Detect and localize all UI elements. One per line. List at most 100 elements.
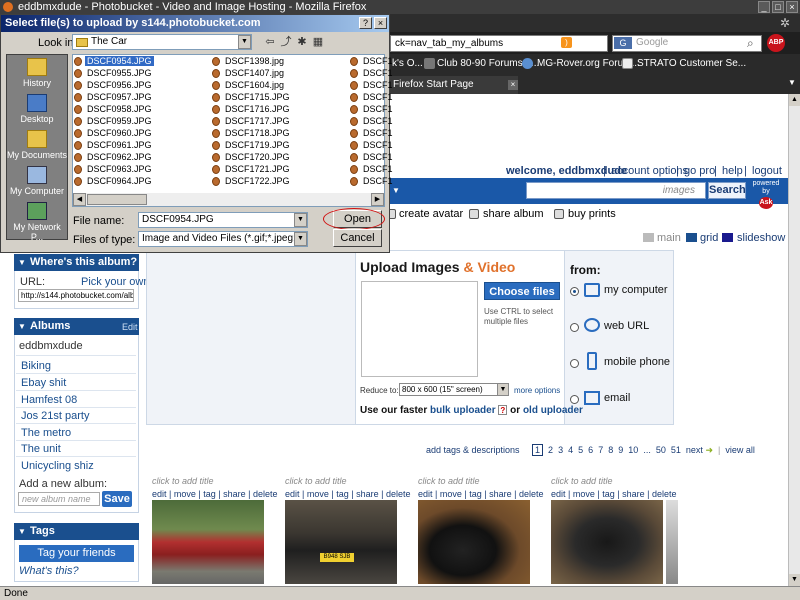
where-album-header[interactable]: ▼ Where's this album?: [14, 254, 139, 271]
choose-files-button[interactable]: Choose files: [484, 282, 560, 300]
view-main[interactable]: main: [657, 232, 681, 244]
dialog-close-icon[interactable]: ×: [374, 17, 387, 29]
photo-thumbnail[interactable]: [152, 500, 264, 584]
move-link[interactable]: move: [573, 489, 595, 499]
album-item-metro[interactable]: The metro: [21, 427, 71, 439]
scroll-thumb[interactable]: [87, 194, 147, 205]
page-link[interactable]: 7: [598, 445, 603, 455]
file-item[interactable]: DSCF0957.JPG: [85, 92, 154, 102]
minimize-icon[interactable]: _: [758, 1, 770, 13]
share-link[interactable]: share: [622, 489, 645, 499]
page-link[interactable]: 50: [656, 445, 666, 455]
add-tags-link[interactable]: add tags & descriptions: [426, 445, 520, 455]
tag-link[interactable]: tag: [336, 489, 349, 499]
albums-edit-link[interactable]: Edit: [122, 322, 138, 332]
tag-friends-button[interactable]: Tag your friends: [19, 545, 134, 562]
maximize-icon[interactable]: □: [772, 1, 784, 13]
bookmark-star-icon[interactable]: ★: [578, 35, 589, 49]
place-my-documents[interactable]: My Documents: [6, 128, 68, 164]
thumb-title-2[interactable]: click to add title: [285, 476, 347, 486]
edit-link[interactable]: edit: [418, 489, 433, 499]
move-link[interactable]: move: [174, 489, 196, 499]
source-radio-mobile[interactable]: [570, 359, 579, 368]
source-radio-my-computer[interactable]: [570, 287, 579, 296]
logout-link[interactable]: logout: [752, 165, 782, 177]
new-folder-icon[interactable]: ✱: [294, 35, 310, 49]
delete-link[interactable]: delete: [253, 489, 278, 499]
edit-link[interactable]: edit: [285, 489, 300, 499]
place-network[interactable]: My Network P...: [6, 200, 68, 242]
file-item[interactable]: DSCF0958.JPG: [85, 104, 154, 114]
album-url-field[interactable]: http://s144.photobucket.com/album: [18, 289, 134, 302]
search-icon[interactable]: ⌕: [747, 36, 754, 51]
bookmark-item-4[interactable]: STRATO Customer Se...: [637, 58, 746, 69]
file-item[interactable]: DSCF1: [361, 140, 395, 150]
thumb-title-3[interactable]: click to add title: [418, 476, 480, 486]
new-album-name-input[interactable]: new album name: [18, 492, 100, 506]
album-item-hamfest[interactable]: Hamfest 08: [21, 394, 77, 406]
file-item[interactable]: DSCF0961.JPG: [85, 140, 154, 150]
file-item[interactable]: DSCF0960.JPG: [85, 128, 154, 138]
thumb-title-4[interactable]: click to add title: [551, 476, 613, 486]
file-item[interactable]: DSCF0955.JPG: [85, 68, 154, 78]
file-item[interactable]: DSCF1: [361, 56, 395, 66]
reduce-size-select[interactable]: 800 x 600 (15" screen): [399, 383, 509, 396]
chevron-down-icon[interactable]: ▼: [497, 383, 509, 396]
file-item[interactable]: DSCF1715.JPG: [223, 92, 292, 102]
help-icon[interactable]: ?: [359, 17, 372, 29]
nav-arrow-icon[interactable]: ▼: [392, 186, 400, 195]
file-item[interactable]: DSCF0956.JPG: [85, 80, 154, 90]
back-icon[interactable]: ⇦: [262, 35, 278, 49]
photo-thumbnail-partial[interactable]: [666, 500, 678, 584]
albums-owner[interactable]: eddbmxdude: [19, 340, 83, 352]
view-menu-icon[interactable]: ▦: [310, 35, 326, 49]
album-item-ebay[interactable]: Ebay shit: [21, 377, 66, 389]
file-item[interactable]: DSCF0964.JPG: [85, 176, 154, 186]
thumb-title-1[interactable]: click to add title: [152, 476, 214, 486]
file-item[interactable]: DSCF0962.JPG: [85, 152, 154, 162]
file-item[interactable]: DSCF1604.jpg: [223, 80, 286, 90]
share-link[interactable]: share: [356, 489, 379, 499]
file-item[interactable]: DSCF1721.JPG: [223, 164, 292, 174]
source-radio-web-url[interactable]: [570, 323, 579, 332]
url-history-dropdown[interactable]: ▼: [596, 37, 604, 46]
file-item[interactable]: DSCF1: [361, 128, 395, 138]
help-link[interactable]: help: [722, 165, 743, 177]
file-item[interactable]: DSCF1398.jpg: [223, 56, 286, 66]
page-link[interactable]: 5: [578, 445, 583, 455]
go-pro-link[interactable]: go pro: [684, 165, 715, 177]
share-link[interactable]: share: [223, 489, 246, 499]
scroll-down-icon[interactable]: ▼: [789, 574, 800, 586]
share-album-link[interactable]: share album: [483, 208, 544, 220]
file-item[interactable]: DSCF1719.JPG: [223, 140, 292, 150]
photo-thumbnail[interactable]: [418, 500, 530, 584]
photo-thumbnail[interactable]: [285, 500, 397, 584]
chevron-down-icon[interactable]: ▼: [238, 35, 251, 49]
close-icon[interactable]: ×: [786, 1, 798, 13]
page-link[interactable]: 9: [618, 445, 623, 455]
file-item[interactable]: DSCF1: [361, 164, 395, 174]
next-link[interactable]: next: [686, 445, 703, 455]
file-list-scrollbar[interactable]: ◀ ▶: [73, 193, 384, 206]
bulk-uploader-link[interactable]: bulk uploader: [430, 405, 496, 416]
save-album-button[interactable]: Save: [102, 491, 132, 507]
tab-close-icon[interactable]: ×: [508, 80, 518, 90]
pick-your-own-link[interactable]: Pick your own: [81, 276, 149, 288]
photo-thumbnail[interactable]: [551, 500, 663, 584]
bookmark-item-1[interactable]: k's O...: [392, 58, 423, 69]
move-link[interactable]: move: [440, 489, 462, 499]
page-link[interactable]: 4: [568, 445, 573, 455]
file-item[interactable]: DSCF1: [361, 176, 395, 186]
photobucket-search-input[interactable]: images: [526, 182, 706, 199]
tag-link[interactable]: tag: [203, 489, 216, 499]
view-grid[interactable]: grid: [700, 232, 718, 244]
file-item[interactable]: DSCF1: [361, 152, 395, 162]
file-item[interactable]: DSCF1: [361, 92, 395, 102]
share-link[interactable]: share: [489, 489, 512, 499]
album-item-unicycling[interactable]: Unicycling shiz: [21, 460, 94, 472]
browser-search-input[interactable]: [612, 35, 762, 52]
whats-this-link[interactable]: What's this?: [19, 565, 79, 577]
file-item[interactable]: DSCF1: [361, 68, 395, 78]
source-web-url[interactable]: web URL: [604, 320, 649, 332]
tags-header[interactable]: ▼ Tags: [14, 523, 139, 540]
